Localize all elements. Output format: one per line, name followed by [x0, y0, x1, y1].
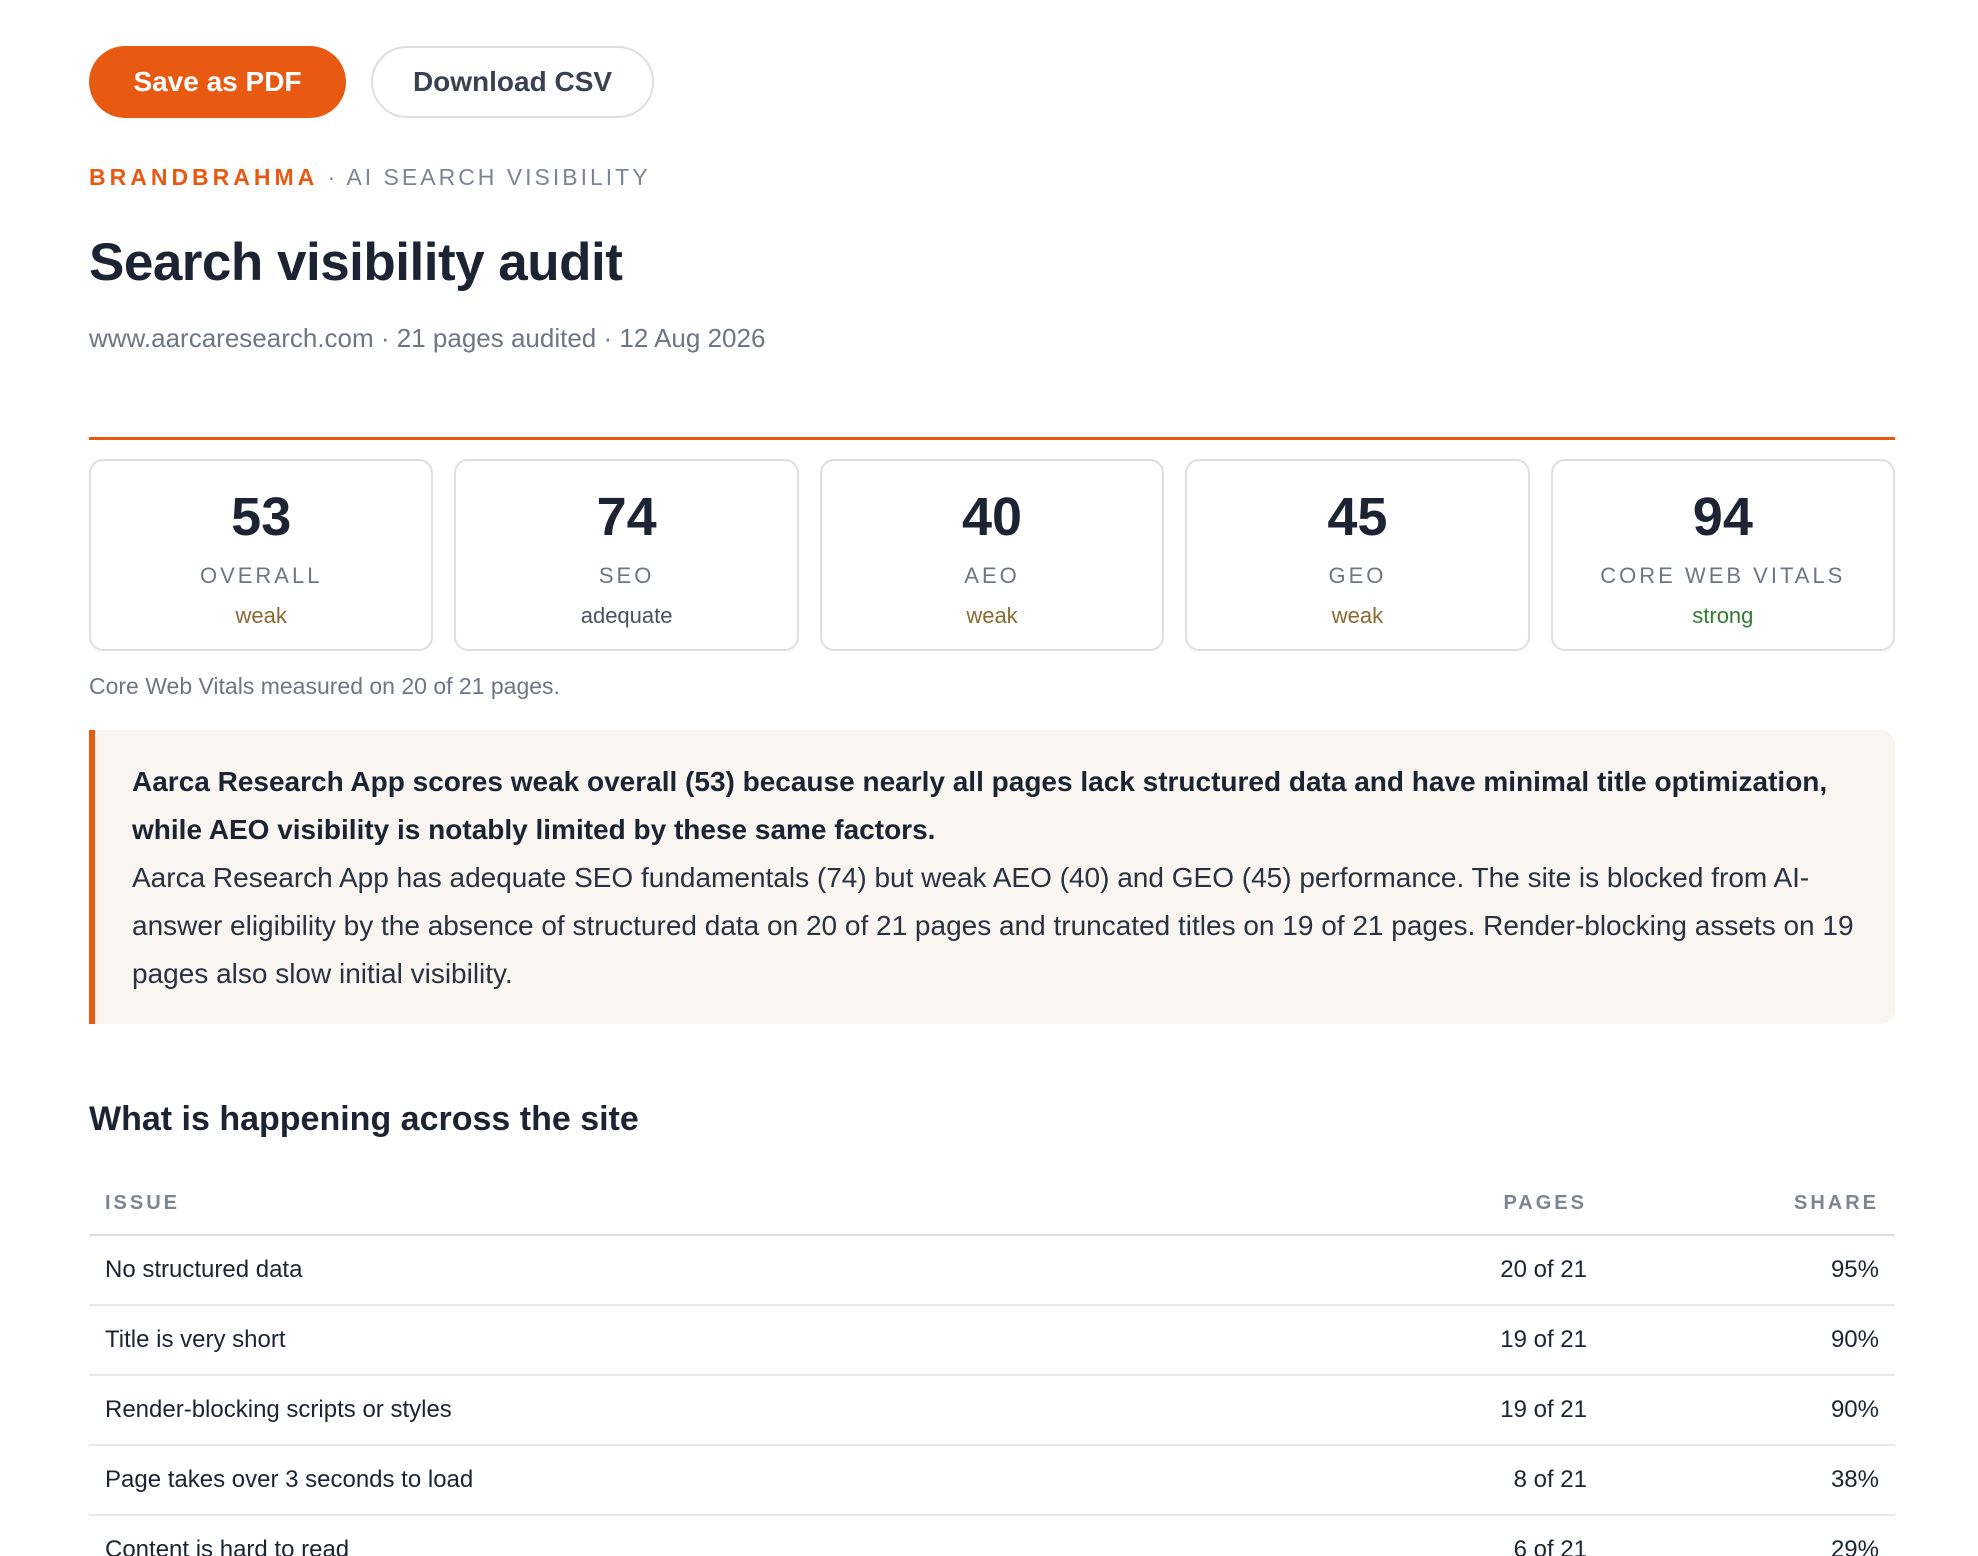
accent-divider	[89, 437, 1895, 440]
issue-cell: Title is very short	[89, 1305, 1271, 1376]
table-row: Title is very short 19 of 21 90%	[89, 1305, 1895, 1376]
table-row: Page takes over 3 seconds to load 8 of 2…	[89, 1445, 1895, 1516]
eyebrow: BRANDBRAHMA · AI SEARCH VISIBILITY	[89, 164, 651, 191]
issues-table: ISSUE PAGES SHARE No structured data 20 …	[89, 1172, 1895, 1556]
score-label: OVERALL	[199, 563, 323, 588]
score-label: CORE WEB VITALS	[1600, 563, 1846, 588]
score-label: AEO	[964, 563, 1020, 588]
score-value: 74	[596, 487, 657, 547]
score-label: GEO	[1328, 563, 1387, 588]
issue-cell: No structured data	[89, 1235, 1271, 1306]
score-value: 53	[231, 487, 292, 547]
table-row: Content is hard to read 6 of 21 29%	[89, 1515, 1895, 1556]
cwv-coverage-note: Core Web Vitals measured on 20 of 21 pag…	[89, 673, 560, 699]
share-cell: 90%	[1603, 1305, 1895, 1376]
pages-cell: 6 of 21	[1271, 1515, 1603, 1556]
save-as-pdf-button[interactable]: Save as PDF	[89, 46, 346, 118]
score-card-aeo: 40 AEO weak	[819, 459, 1165, 651]
score-card-geo: 45 GEO weak	[1185, 459, 1530, 651]
summary-body: Aarca Research App has adequate SEO fund…	[132, 862, 1854, 989]
pages-cell: 19 of 21	[1271, 1375, 1603, 1446]
score-value: 40	[961, 487, 1023, 547]
share-cell: 90%	[1603, 1375, 1895, 1446]
table-row: No structured data 20 of 21 95%	[89, 1235, 1895, 1306]
summary-callout: Aarca Research App scores weak overall (…	[89, 730, 1895, 1024]
audit-meta: www.aarcaresearch.com · 21 pages audited…	[89, 323, 766, 353]
product-name: AI SEARCH VISIBILITY	[346, 164, 651, 190]
score-rating: weak	[235, 603, 287, 628]
score-rating: weak	[966, 603, 1018, 628]
download-csv-button[interactable]: Download CSV	[371, 46, 654, 118]
column-header-share: SHARE	[1603, 1172, 1895, 1236]
table-header-row: ISSUE PAGES SHARE	[89, 1172, 1895, 1236]
score-card-seo: 74 SEO adequate	[454, 459, 799, 651]
score-rating: adequate	[580, 603, 673, 628]
toolbar: Save as PDF Download CSV	[89, 46, 654, 118]
pages-cell: 19 of 21	[1271, 1305, 1603, 1376]
share-cell: 95%	[1603, 1235, 1895, 1306]
issue-cell: Content is hard to read	[89, 1515, 1271, 1556]
share-cell: 29%	[1603, 1515, 1895, 1556]
brand-name: BRANDBRAHMA	[89, 164, 319, 190]
table-row: Render-blocking scripts or styles 19 of …	[89, 1375, 1895, 1446]
score-rating: weak	[1331, 603, 1384, 628]
issue-cell: Render-blocking scripts or styles	[89, 1375, 1271, 1446]
score-card-core-web-vitals: 94 CORE WEB VITALS strong	[1550, 459, 1896, 651]
pages-cell: 20 of 21	[1271, 1235, 1603, 1306]
audit-page: Save as PDF Download CSV BRANDBRAHMA · A…	[0, 0, 1978, 1556]
score-rating: strong	[1692, 603, 1754, 628]
column-header-issue: ISSUE	[89, 1172, 1271, 1236]
score-value: 45	[1327, 487, 1388, 547]
issues-section-title: What is happening across the site	[89, 1100, 639, 1138]
page-title: Search visibility audit	[89, 233, 623, 292]
issue-cell: Page takes over 3 seconds to load	[89, 1445, 1271, 1516]
column-header-pages: PAGES	[1271, 1172, 1603, 1236]
score-card-overall: 53 OVERALL weak	[89, 459, 434, 651]
eyebrow-separator: ·	[318, 164, 347, 190]
score-value: 94	[1692, 487, 1753, 547]
score-cards: 53 OVERALL weak 74 SEO adequate 40 AEO w…	[89, 459, 1896, 651]
score-label: SEO	[598, 563, 655, 588]
share-cell: 38%	[1603, 1445, 1895, 1516]
pages-cell: 8 of 21	[1271, 1445, 1603, 1516]
summary-headline: Aarca Research App scores weak overall (…	[132, 766, 1828, 845]
